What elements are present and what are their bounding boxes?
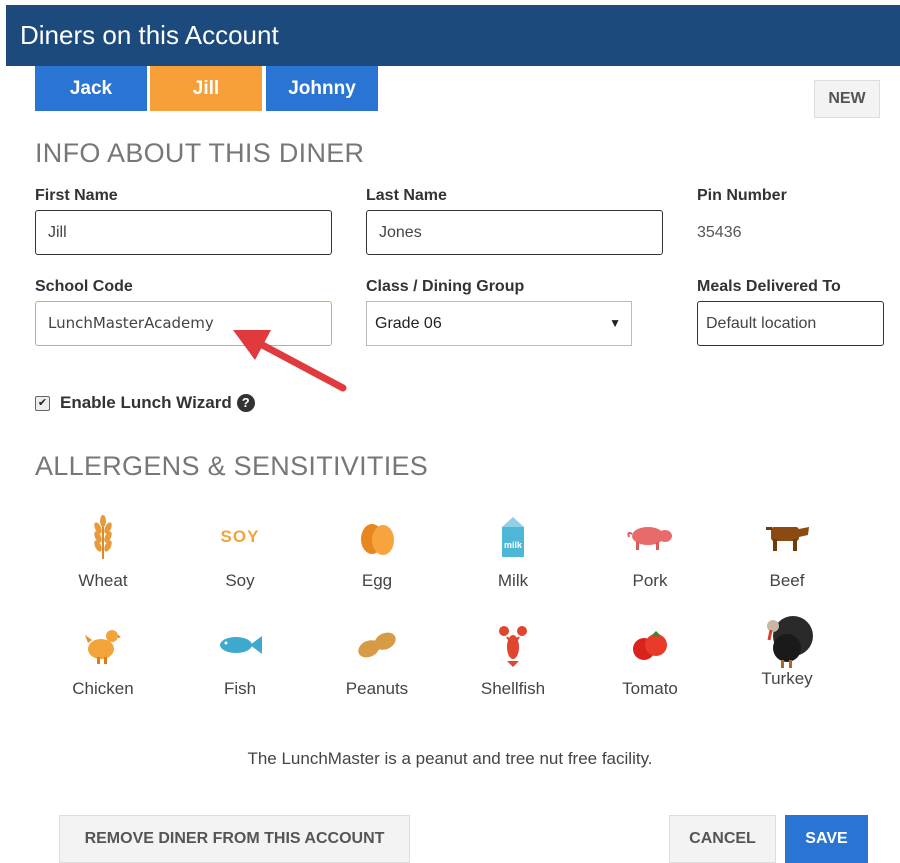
allergen-shellfish[interactable]: Shellfish [453,621,573,699]
milk-icon: milk [502,517,524,557]
class-dining-group-value: Grade 06 [375,315,442,332]
tab-label: Jill [192,78,220,99]
checkbox-icon[interactable]: ✔ [35,395,50,411]
allergen-label: Tomato [622,679,678,698]
tab-label: Johnny [288,78,356,99]
allergen-chicken[interactable]: Chicken [43,621,163,699]
soy-icon: SOY [220,527,260,546]
lunch-wizard-checkbox[interactable]: ✔ Enable Lunch Wizard ? [35,393,255,413]
pork-icon [627,527,672,550]
remove-diner-button[interactable]: REMOVE DINER FROM THIS ACCOUNT [59,815,410,863]
allergen-pork[interactable]: Pork [590,513,710,591]
allergen-beef[interactable]: Beef [727,513,847,591]
allergen-label: Turkey [761,669,813,688]
last-name-field[interactable]: Jones [366,210,663,255]
tab-johnny[interactable]: Johnny [266,66,378,111]
tab-jill[interactable]: Jill [150,66,262,111]
help-icon[interactable]: ? [236,394,255,412]
allergen-egg[interactable]: Egg [317,513,437,591]
fish-icon [220,636,262,654]
class-dining-group-label: Class / Dining Group [366,278,525,295]
page-header: Diners on this Account [6,5,900,66]
allergen-milk[interactable]: milk Milk [453,513,573,591]
allergen-label: Fish [223,679,257,698]
peanuts-icon [358,632,396,658]
beef-icon [766,527,809,551]
allergens-section-title: ALLERGENS & SENSITIVITIES [35,451,429,481]
wheat-icon [94,515,112,559]
dropdown-caret-icon: ▼ [609,316,621,330]
allergen-wheat[interactable]: Wheat [43,513,163,591]
chicken-icon [85,630,121,664]
tab-jack[interactable]: Jack [35,66,147,111]
meals-delivered-field[interactable]: Default location [697,301,884,346]
turkey-icon [767,616,813,668]
header-title: Diners on this Account [20,20,279,50]
svg-text:milk: milk [504,540,523,550]
lunch-wizard-label: Enable Lunch Wizard [60,393,232,412]
tab-label: Jack [69,78,113,99]
info-section-title: INFO ABOUT THIS DINER [35,138,365,168]
allergen-label: Pork [632,571,668,590]
allergen-label: Beef [769,571,805,590]
allergen-turkey[interactable]: Turkey [727,611,847,689]
school-code-label: School Code [35,278,133,295]
shellfish-icon [499,626,527,667]
allergen-label: Soy [225,571,255,590]
egg-icon [361,524,394,555]
meals-delivered-label: Meals Delivered To [697,278,841,295]
allergen-label: Milk [497,571,529,590]
allergen-label: Peanuts [345,679,409,698]
first-name-field[interactable]: Jill [35,210,332,255]
allergen-label: Egg [361,571,393,590]
allergen-label: Shellfish [480,679,546,698]
allergen-soy[interactable]: SOY Soy [180,513,300,591]
allergen-label: Chicken [72,679,134,698]
pin-number-value: 35436 [697,224,742,241]
save-button[interactable]: SAVE [785,815,868,863]
allergen-fish[interactable]: Fish [180,621,300,699]
tomato-icon [633,631,667,660]
allergen-tomato[interactable]: Tomato [590,621,710,699]
new-diner-button[interactable]: NEW [814,80,880,118]
last-name-label: Last Name [366,187,447,204]
first-name-label: First Name [35,187,118,204]
allergen-label: Wheat [78,571,128,590]
allergen-peanuts[interactable]: Peanuts [317,621,437,699]
facility-note: The LunchMaster is a peanut and tree nut… [247,749,653,768]
cancel-button[interactable]: CANCEL [669,815,776,863]
pin-number-label: Pin Number [697,187,787,204]
red-arrow-annotation [233,330,347,392]
class-dining-group-select[interactable]: Grade 06 ▼ [366,301,632,346]
